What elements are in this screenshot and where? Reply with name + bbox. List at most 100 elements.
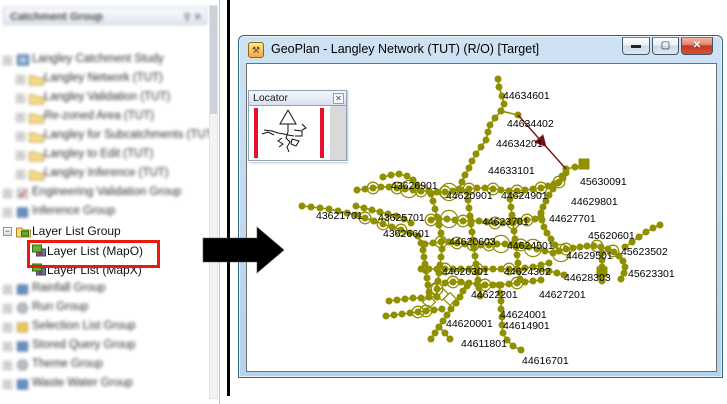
expand-box-icon[interactable]: + bbox=[3, 342, 12, 351]
close-icon[interactable]: ✕ bbox=[194, 12, 202, 23]
node bbox=[456, 293, 464, 301]
expand-box-icon[interactable]: + bbox=[16, 93, 25, 103]
expand-box-icon[interactable]: + bbox=[3, 284, 12, 294]
locator-panel[interactable]: Locator ✕ bbox=[248, 90, 347, 162]
node bbox=[368, 206, 376, 214]
scrollbar-thumb[interactable] bbox=[210, 6, 217, 114]
node bbox=[370, 217, 378, 225]
tree-item-langley-to-edit-tut[interactable]: + Langley to Edit (TUT) bbox=[0, 146, 206, 165]
locator-extent-bar-right bbox=[320, 108, 324, 158]
locator-close-button[interactable]: ✕ bbox=[333, 93, 344, 104]
node bbox=[583, 242, 591, 250]
node bbox=[390, 311, 398, 319]
node bbox=[465, 164, 473, 172]
node-label: 44611801 bbox=[461, 338, 507, 350]
node bbox=[438, 305, 446, 313]
pin-icon[interactable]: ⚲ bbox=[184, 12, 191, 23]
tree-item-inference-group[interactable]: + Inference Group bbox=[0, 203, 206, 222]
node-label: 44623701 bbox=[482, 216, 529, 228]
expand-box-icon[interactable]: + bbox=[3, 189, 12, 199]
tree-item-langley-catchment-study[interactable]: + Langley Catchment Study bbox=[0, 51, 206, 70]
locator-close-icon: ✕ bbox=[335, 94, 342, 103]
node bbox=[435, 323, 443, 331]
tree-item-stored-query-group[interactable]: + Stored Query Group bbox=[0, 337, 206, 356]
node bbox=[298, 202, 306, 210]
tree-item-langley-inference-tut[interactable]: + Langley Inference (TUT) bbox=[0, 165, 206, 184]
node bbox=[472, 150, 480, 158]
node bbox=[620, 269, 628, 277]
tree-item-engineering-validation-group[interactable]: + Engineering Validation Group bbox=[0, 184, 206, 203]
node bbox=[537, 209, 545, 217]
minimize-button[interactable]: ▬ bbox=[622, 37, 650, 55]
node bbox=[482, 136, 490, 144]
tree-item-waste-water-group[interactable]: + Waste Water Group bbox=[0, 375, 206, 394]
catchment-group-panel: Catchment Group ⚲ ✕ + Langley Catchment S… bbox=[0, 0, 220, 404]
tree-item-label: Langley Validation (TUT) bbox=[44, 90, 171, 103]
maximize-button[interactable]: ▢ bbox=[652, 37, 679, 55]
tree-item-label: Langley Inference (TUT) bbox=[44, 167, 169, 180]
node bbox=[461, 171, 469, 179]
node bbox=[486, 121, 494, 129]
catchment-tree: + Langley Catchment Study + Langley Network… bbox=[0, 44, 217, 404]
group-blue-icon bbox=[17, 207, 28, 218]
red-highlight-box bbox=[27, 240, 160, 268]
expand-box-icon[interactable]: + bbox=[3, 208, 12, 218]
locator-body[interactable] bbox=[248, 106, 347, 161]
node bbox=[656, 221, 664, 229]
tree-item-theme-group[interactable]: + Theme Group bbox=[0, 356, 206, 375]
geoplan-titlebar[interactable]: ⚒ GeoPlan - Langley Network (TUT) (R/O) … bbox=[239, 36, 722, 63]
expand-box-icon[interactable]: + bbox=[16, 112, 25, 122]
tree-item-run-group[interactable]: + Run Group bbox=[0, 299, 206, 318]
node-label: 44628303 bbox=[564, 272, 611, 284]
folder-icon bbox=[29, 151, 44, 162]
tree-item-layer-list-group[interactable]: − Layer List Group bbox=[0, 222, 206, 241]
panel-title: Catchment Group bbox=[10, 11, 103, 23]
big-right-arrow-icon bbox=[202, 226, 285, 274]
node bbox=[431, 329, 439, 337]
tree-item-label: Layer List Group bbox=[32, 224, 121, 239]
node bbox=[419, 246, 427, 254]
node bbox=[452, 299, 460, 307]
node bbox=[369, 184, 377, 192]
tree-item-label: Stored Query Group bbox=[32, 339, 136, 351]
expand-box-icon[interactable]: + bbox=[3, 322, 12, 332]
close-button[interactable]: ✕ bbox=[681, 37, 713, 55]
collapse-box-icon[interactable]: − bbox=[3, 227, 12, 237]
node bbox=[484, 128, 492, 136]
expand-box-icon[interactable]: + bbox=[3, 361, 12, 371]
node bbox=[449, 278, 457, 286]
node bbox=[307, 203, 315, 211]
expand-box-icon[interactable]: + bbox=[3, 380, 12, 390]
node-label: 44624901 bbox=[501, 190, 548, 202]
expand-box-icon[interactable]: + bbox=[16, 74, 25, 84]
node bbox=[423, 274, 431, 282]
node bbox=[497, 107, 505, 115]
node bbox=[379, 173, 387, 181]
tree-item-langley-validation-tut[interactable]: + Langley Validation (TUT) bbox=[0, 89, 206, 108]
tree-item-selection-list-group[interactable]: + Selection List Group bbox=[0, 318, 206, 337]
expand-box-icon[interactable]: + bbox=[3, 55, 12, 65]
node bbox=[539, 203, 547, 211]
node bbox=[491, 114, 499, 122]
locator-title: Locator bbox=[253, 92, 289, 104]
panel-header[interactable]: Catchment Group ⚲ ✕ bbox=[3, 7, 207, 25]
tree-item-rainfall-group[interactable]: + Rainfall Group bbox=[0, 280, 206, 299]
tree-item-langley-for-subcatchments-tut[interactable]: + Langley for Subcatchments (TUT) bbox=[0, 127, 217, 146]
node-label: 44629801 bbox=[571, 196, 618, 208]
expand-box-icon[interactable]: + bbox=[16, 170, 25, 180]
expand-box-icon[interactable]: + bbox=[16, 131, 25, 141]
geoplan-map-canvas[interactable]: 44634601 44634402 44634201 44633101 45630091… bbox=[246, 63, 717, 372]
expand-box-icon[interactable]: + bbox=[16, 151, 25, 160]
locator-header[interactable]: Locator ✕ bbox=[248, 90, 347, 106]
node bbox=[403, 172, 411, 180]
panel-header-icons: ⚲ ✕ bbox=[184, 9, 203, 27]
node bbox=[617, 275, 625, 283]
tree-item-langley-network-tut[interactable]: + Langley Network (TUT) bbox=[0, 70, 206, 89]
tree-item-re-zoned-area-tut[interactable]: + Re-zoned Area (TUT) bbox=[0, 108, 206, 127]
node bbox=[437, 253, 445, 261]
tree-item-label: Engineering Validation Group bbox=[32, 186, 182, 199]
tree-scrollbar[interactable] bbox=[209, 5, 218, 399]
expand-box-icon[interactable]: + bbox=[3, 303, 12, 313]
node-label: 45623502 bbox=[621, 246, 668, 258]
node-label: 44614901 bbox=[503, 320, 550, 332]
